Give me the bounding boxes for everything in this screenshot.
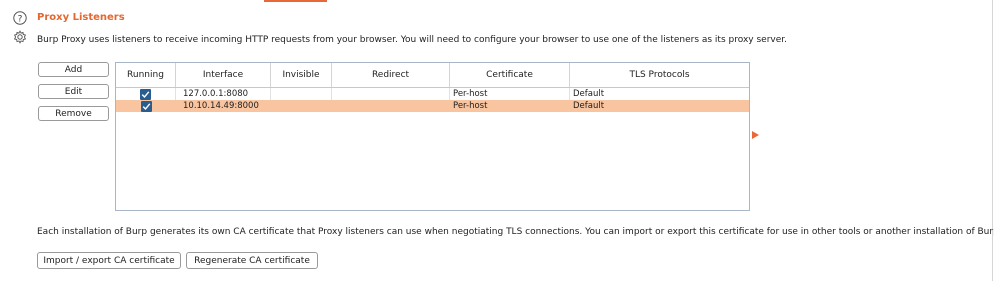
column-header-running[interactable]: Running <box>116 63 176 87</box>
running-cell[interactable] <box>116 88 176 100</box>
regenerate-ca-button[interactable]: Regenerate CA certificate <box>186 252 318 269</box>
proxy-listeners-panel: ? Proxy Listeners Burp Proxy uses listen… <box>0 0 994 281</box>
certificate-cell: Per-host <box>453 101 488 111</box>
section-description: Burp Proxy uses listeners to receive inc… <box>37 35 787 45</box>
table-row-selected[interactable]: 10.10.14.49:8000 Per-host Default <box>116 100 749 112</box>
invisible-cell <box>271 100 332 112</box>
tls-protocols-cell: Default <box>573 89 605 99</box>
tls-protocols-cell: Default <box>573 101 605 111</box>
running-checkbox[interactable] <box>140 100 152 112</box>
invisible-cell <box>271 88 332 100</box>
interface-cell: 10.10.14.49:8000 <box>183 101 259 111</box>
certificate-cell: Per-host <box>450 88 570 100</box>
panel-border <box>992 0 993 281</box>
help-icon[interactable]: ? <box>12 10 27 25</box>
listeners-table[interactable]: Running Interface Invisible Redirect Cer… <box>115 62 750 211</box>
active-tab-indicator <box>264 0 327 2</box>
table-row[interactable]: 127.0.0.1:8080 Per-host Default <box>116 88 749 100</box>
svg-text:?: ? <box>17 14 22 24</box>
import-export-ca-button[interactable]: Import / export CA certificate <box>37 252 181 269</box>
add-button[interactable]: Add <box>38 62 109 77</box>
checkmark-icon <box>141 90 150 98</box>
redirect-cell <box>332 88 450 100</box>
column-header-interface[interactable]: Interface <box>176 63 271 87</box>
redirect-cell <box>332 100 450 112</box>
column-header-invisible[interactable]: Invisible <box>271 63 332 87</box>
column-header-certificate[interactable]: Certificate <box>450 63 570 87</box>
edit-button[interactable]: Edit <box>38 84 109 99</box>
section-title: Proxy Listeners <box>37 12 125 23</box>
running-cell[interactable] <box>116 100 176 112</box>
interface-cell: 127.0.0.1:8080 <box>176 88 271 100</box>
settings-icon[interactable] <box>12 29 27 44</box>
table-header: Running Interface Invisible Redirect Cer… <box>116 63 749 88</box>
ca-certificate-note: Each installation of Burp generates its … <box>37 227 994 237</box>
triangle-right-icon[interactable] <box>752 131 759 139</box>
column-header-tls-protocols[interactable]: TLS Protocols <box>570 63 749 87</box>
column-header-redirect[interactable]: Redirect <box>332 63 450 87</box>
running-checkbox[interactable] <box>140 88 151 100</box>
remove-button[interactable]: Remove <box>38 106 109 121</box>
checkmark-icon <box>142 102 150 110</box>
